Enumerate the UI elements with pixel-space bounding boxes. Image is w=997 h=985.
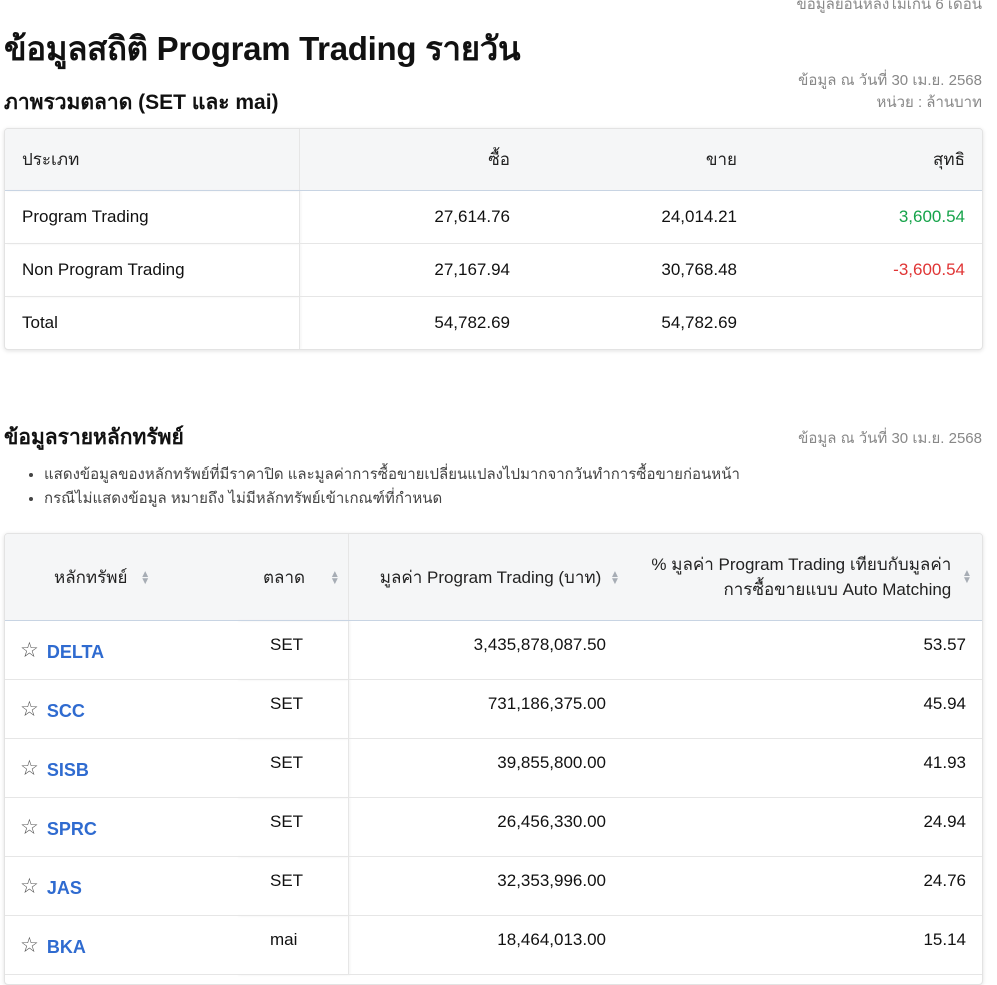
symbol-link[interactable]: SISB [47,760,89,780]
symbol-link[interactable]: SPRC [47,819,97,839]
row-sell: 54,782.69 [661,313,737,332]
overview-meta: ข้อมูล ณ วันที่ 30 เม.ย. 2568 หน่วย : ล้… [798,70,982,114]
star-icon[interactable]: ☆ [20,697,39,722]
header-buy: ซื้อ [299,129,527,191]
securities-notes: แสดงข้อมูลของหลักทรัพย์ที่มีราคาปิด และม… [26,463,740,511]
row-sell: 24,014.21 [527,190,754,244]
value-cell: 39,855,800.00 [348,738,634,798]
row-type: Program Trading [5,190,300,244]
symbol-link[interactable]: JAS [47,878,82,898]
market-cell: mai [236,915,349,975]
row-type: Non Program Trading [5,243,300,297]
data-retention-note: ข้อมูลย้อนหลังไม่เกิน 6 เดือน [796,0,982,13]
row-net [754,297,982,350]
header-value[interactable]: มูลค่า Program Trading (บาท) ▲ ▼ [348,534,634,621]
sort-icon[interactable]: ▲ ▼ [962,569,972,586]
page-title: ข้อมูลสถิติ Program Trading รายวัน [4,30,521,67]
overview-date: ข้อมูล ณ วันที่ 30 เม.ย. 2568 [798,72,982,89]
table-row: ☆ JAS SET 32,353,996.00 24.76 [5,856,982,916]
value-cell: 18,464,013.00 [348,915,634,975]
header-type: ประเภท [5,129,300,191]
overview-unit: หน่วย : ล้านบาท [876,94,982,111]
note-item: แสดงข้อมูลของหลักทรัพย์ที่มีราคาปิด และม… [44,463,740,487]
market-cell: SET [236,738,349,798]
symbol-cell: ☆ DELTA [5,620,236,680]
securities-date: ข้อมูล ณ วันที่ 30 เม.ย. 2568 [798,430,982,447]
market-cell: SET [236,797,349,857]
header-pct-line2: การซื้อขายแบบ Auto Matching [723,580,952,599]
securities-title: ข้อมูลรายหลักทรัพย์ [4,426,184,449]
header-pct[interactable]: % มูลค่า Program Trading เทียบกับมูลค่า … [634,534,982,621]
pct-cell: 24.76 [634,856,982,916]
row-net: 3,600.54 [754,190,982,244]
overview-row-total: Total 54,782.69 54,782.69 [5,296,982,350]
header-market-label: ตลาด [263,567,306,587]
pct-cell: 15.14 [634,915,982,975]
table-row: ☆ SCC SET 731,186,375.00 45.94 [5,679,982,739]
table-row: ☆ DELTA SET 3,435,878,087.50 53.57 [5,620,982,680]
star-icon[interactable]: ☆ [20,638,39,663]
symbol-cell: ☆ SPRC [5,797,236,857]
market-cell: SET [236,620,349,680]
pct-cell: 45.94 [634,679,982,739]
symbol-cell: ☆ SCC [5,679,236,739]
symbol-cell: ☆ JAS [5,856,236,916]
header-net: สุทธิ [754,129,982,191]
header-pct-label: % มูลค่า Program Trading เทียบกับมูลค่า … [651,552,951,602]
overview-title: ภาพรวมตลาด (SET และ mai) [4,91,279,114]
row-buy: 27,167.94 [299,243,527,297]
star-icon[interactable]: ☆ [20,815,39,840]
market-cell: SET [236,679,349,739]
header-symbol-label: หลักทรัพย์ [54,567,128,587]
note-item: กรณีไม่แสดงข้อมูล หมายถึง ไม่มีหลักทรัพย… [44,487,740,511]
symbol-link[interactable]: BKA [47,937,86,957]
star-icon[interactable]: ☆ [20,874,39,899]
overview-table: ประเภท ซื้อ ขาย สุทธิ Program Trading 27… [5,129,982,349]
row-type: Total [5,296,300,349]
value-cell: 731,186,375.00 [348,679,634,739]
header-symbol[interactable]: หลักทรัพย์ ▲ ▼ [5,534,236,621]
value-cell: 26,456,330.00 [348,797,634,857]
pct-cell: 24.94 [634,797,982,857]
header-sell: ขาย [527,129,754,191]
symbol-link[interactable]: DELTA [47,642,104,662]
table-row: ☆ SPRC SET 26,456,330.00 24.94 [5,797,982,857]
table-row: ☆ SISB SET 39,855,800.00 41.93 [5,738,982,798]
header-market[interactable]: ตลาด ▲ ▼ [236,534,349,621]
sort-icon[interactable]: ▲ ▼ [140,570,150,587]
overview-table-card: ประเภท ซื้อ ขาย สุทธิ Program Trading 27… [4,128,983,350]
header-value-label: มูลค่า Program Trading (บาท) [379,567,602,587]
securities-header-row: หลักทรัพย์ ▲ ▼ ตลาด ▲ ▼ มูลค่า Program Tra… [5,534,982,621]
symbol-cell: ☆ SISB [5,738,236,798]
row-buy: 54,782.69 [434,313,510,332]
star-icon[interactable]: ☆ [20,933,39,958]
value-cell: 3,435,878,087.50 [348,620,634,680]
row-net: -3,600.54 [754,243,982,297]
pct-cell: 53.57 [634,620,982,680]
sort-icon[interactable]: ▲ ▼ [610,570,620,587]
market-cell: SET [236,856,349,916]
star-icon[interactable]: ☆ [20,756,39,781]
overview-row-program-trading: Program Trading 27,614.76 24,014.21 3,60… [5,190,982,244]
overview-header-row: ประเภท ซื้อ ขาย สุทธิ [5,129,982,191]
value-cell: 32,353,996.00 [348,856,634,916]
pct-cell: 41.93 [634,738,982,798]
securities-table-card: หลักทรัพย์ ▲ ▼ ตลาด ▲ ▼ มูลค่า Program Tra… [4,533,983,985]
sort-icon[interactable]: ▲ ▼ [330,570,340,587]
row-sell: 30,768.48 [527,243,754,297]
row-buy: 27,614.76 [299,190,527,244]
overview-row-non-program-trading: Non Program Trading 27,167.94 30,768.48 … [5,243,982,297]
header-pct-line1: % มูลค่า Program Trading เทียบกับมูลค่า [651,555,952,574]
symbol-cell: ☆ BKA [5,915,236,975]
symbol-link[interactable]: SCC [47,701,85,721]
securities-table: หลักทรัพย์ ▲ ▼ ตลาด ▲ ▼ มูลค่า Program Tra… [5,534,982,975]
table-row: ☆ BKA mai 18,464,013.00 15.14 [5,915,982,975]
